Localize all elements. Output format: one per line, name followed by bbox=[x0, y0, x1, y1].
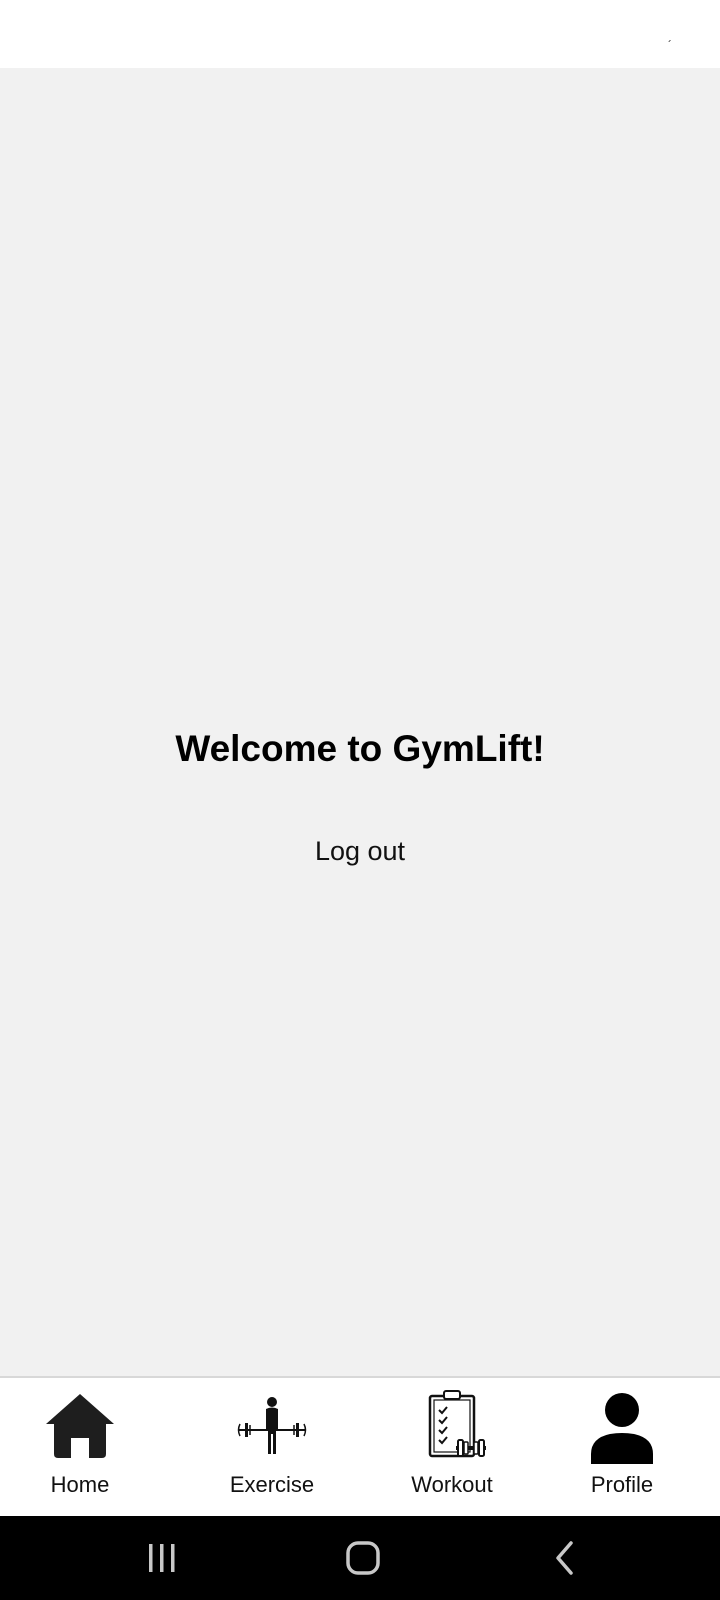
nav-label-profile: Profile bbox=[590, 1472, 654, 1497]
bottom-navigation: Home Exercise Workout Profile bbox=[0, 1376, 720, 1516]
nav-item-home[interactable]: Home bbox=[0, 1378, 160, 1516]
nav-item-profile[interactable]: Profile bbox=[542, 1378, 702, 1516]
home-circle-icon bbox=[346, 1541, 380, 1575]
nav-label-exercise: Exercise bbox=[229, 1472, 315, 1497]
system-back-button[interactable] bbox=[535, 1530, 595, 1586]
clipboard-dumbbell-icon bbox=[428, 1390, 486, 1458]
recent-apps-icon bbox=[149, 1544, 175, 1572]
recent-apps-button[interactable] bbox=[132, 1530, 192, 1586]
app-screen: ´ Welcome to GymLift! Log out Home Exerc… bbox=[0, 0, 720, 1600]
logout-button[interactable]: Log out bbox=[285, 826, 435, 876]
system-home-button[interactable] bbox=[333, 1530, 393, 1586]
back-icon bbox=[556, 1541, 573, 1575]
status-mark: ´ bbox=[668, 38, 672, 52]
nav-item-exercise[interactable]: Exercise bbox=[192, 1378, 352, 1516]
system-navigation-bar bbox=[0, 1516, 720, 1600]
home-icon bbox=[46, 1394, 114, 1458]
main-content: Welcome to GymLift! Log out bbox=[0, 68, 720, 1376]
person-icon bbox=[591, 1393, 653, 1464]
welcome-title: Welcome to GymLift! bbox=[175, 728, 545, 769]
nav-item-workout[interactable]: Workout bbox=[372, 1378, 532, 1516]
nav-label-workout: Workout bbox=[411, 1472, 493, 1497]
barbell-lifter-icon bbox=[237, 1397, 307, 1454]
status-bar: ´ bbox=[0, 0, 720, 68]
nav-label-home: Home bbox=[50, 1472, 110, 1497]
